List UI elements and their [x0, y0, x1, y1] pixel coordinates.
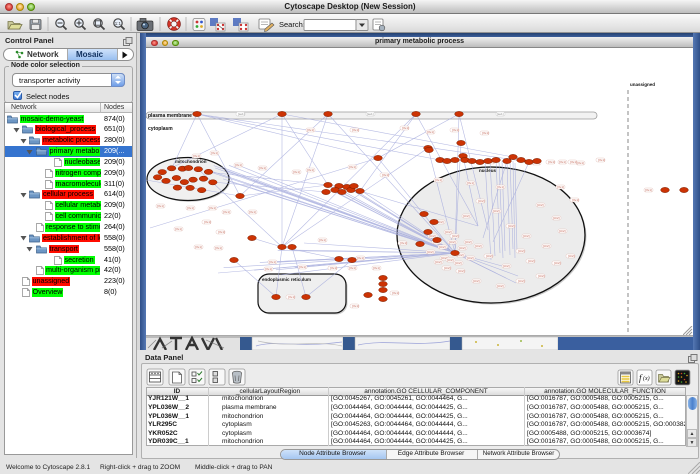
svg-text:plasma membrane: plasma membrane: [148, 113, 192, 119]
svg-text:[Ye1]: [Ye1]: [157, 204, 164, 208]
svg-text:[Ye1]: [Ye1]: [269, 260, 276, 264]
svg-text:[Ur2]: [Ur2]: [444, 266, 451, 270]
svg-text:[Ye1]: [Ye1]: [570, 160, 577, 164]
svg-text:[Ur2]: [Ur2]: [538, 274, 545, 278]
svg-text:[Ye1]: [Ye1]: [299, 265, 306, 269]
svg-text:[Ye1]: [Ye1]: [259, 166, 266, 170]
svg-text:[Ye1]: [Ye1]: [209, 206, 216, 210]
svg-text:Search:: Search:: [279, 20, 305, 29]
svg-text:[Ur2]: [Ur2]: [528, 259, 535, 263]
svg-text:[Ye1]: [Ye1]: [577, 161, 584, 165]
svg-text:[Ye1]: [Ye1]: [319, 238, 326, 242]
svg-text:cytoplasm: cytoplasm: [148, 126, 173, 132]
svg-text:[Ur2]: [Ur2]: [508, 224, 515, 228]
svg-text:endoplasmic reticulum: endoplasmic reticulum: [262, 277, 311, 282]
svg-text:[Ur2]: [Ur2]: [439, 245, 446, 249]
svg-text:[Ye1]: [Ye1]: [435, 178, 442, 182]
svg-text:[Ur2]: [Ur2]: [458, 269, 465, 273]
svg-text:[Ye1]: [Ye1]: [373, 266, 380, 270]
svg-text:[se1]: [se1]: [367, 112, 374, 116]
svg-text:[Ur2]: [Ur2]: [523, 234, 530, 238]
svg-text:[Ye1]: [Ye1]: [223, 210, 230, 214]
svg-text:[Ye1]: [Ye1]: [400, 241, 407, 245]
svg-text:[Ye1]: [Ye1]: [357, 256, 364, 260]
svg-text:[Ur2]: [Ur2]: [486, 254, 493, 258]
svg-text:[Ur2]: [Ur2]: [537, 203, 544, 207]
svg-text:[Ye1]: [Ye1]: [211, 151, 218, 155]
svg-text:1:1: 1:1: [115, 21, 122, 26]
svg-text:[Ye1]: [Ye1]: [307, 128, 314, 132]
svg-text:[Ye1]: [Ye1]: [572, 198, 579, 202]
svg-text:[Ye1]: [Ye1]: [330, 266, 337, 270]
svg-text:[Ur2]: [Ur2]: [553, 216, 560, 220]
svg-text:[Ur2]: [Ur2]: [473, 279, 480, 283]
svg-text:[Ye1]: [Ye1]: [288, 295, 295, 299]
svg-text:[Ye1]: [Ye1]: [349, 165, 356, 169]
svg-text:mitochondrion: mitochondrion: [175, 159, 207, 164]
svg-text:[Ye1]: [Ye1]: [452, 128, 459, 132]
svg-text:[Ur2]: [Ur2]: [447, 258, 454, 262]
svg-text:[Ur2]: [Ur2]: [465, 240, 472, 244]
svg-text:[Ur2]: [Ur2]: [455, 261, 462, 265]
svg-text:[Ye1]: [Ye1]: [307, 168, 314, 172]
svg-text:[Ur2]: [Ur2]: [559, 229, 566, 233]
svg-text:[se1]: [se1]: [497, 112, 504, 116]
svg-text:[Ye1]: [Ye1]: [427, 130, 434, 134]
svg-text:[Ur2]: [Ur2]: [445, 230, 452, 234]
svg-text:[Ye1]: [Ye1]: [557, 185, 564, 189]
svg-text:[Ur2]: [Ur2]: [493, 209, 500, 213]
svg-text:[Ye1]: [Ye1]: [559, 160, 566, 164]
svg-text:[Ur2]: [Ur2]: [518, 249, 525, 253]
svg-text:[Ye1]: [Ye1]: [482, 131, 489, 135]
svg-text:[se1]: [se1]: [238, 112, 245, 116]
svg-text:[Ye1]: [Ye1]: [193, 154, 200, 158]
svg-text:[Ur2]: [Ur2]: [518, 279, 525, 283]
svg-text:[Ur2]: [Ur2]: [543, 244, 550, 248]
svg-text:[Ye1]: [Ye1]: [382, 173, 389, 177]
svg-text:[Ye1]: [Ye1]: [195, 245, 202, 249]
svg-text:[Ur2]: [Ur2]: [568, 254, 575, 258]
svg-text:[Ur2]: [Ur2]: [427, 250, 434, 254]
svg-text:[Ur2]: [Ur2]: [459, 246, 466, 250]
svg-text:[Ur2]: [Ur2]: [475, 244, 482, 248]
svg-text:[Ye1]: [Ye1]: [218, 230, 225, 234]
svg-text:[Ur2]: [Ur2]: [452, 234, 459, 238]
svg-text:[Ye1]: [Ye1]: [352, 304, 359, 308]
svg-text:[Ye1]: [Ye1]: [402, 126, 409, 130]
svg-text:[Ur2]: [Ur2]: [463, 214, 470, 218]
svg-text:[Ye1]: [Ye1]: [392, 291, 399, 295]
svg-text:[Ye1]: [Ye1]: [497, 185, 504, 189]
svg-text:nucleus: nucleus: [479, 168, 497, 173]
svg-text:[Ye1]: [Ye1]: [187, 206, 194, 210]
svg-text:[Ye1]: [Ye1]: [598, 158, 605, 162]
svg-text:[Ur2]: [Ur2]: [554, 261, 561, 265]
svg-text:[Ye1]: [Ye1]: [548, 160, 555, 164]
svg-text:[Ye1]: [Ye1]: [215, 246, 222, 250]
svg-text:[Ye1]: [Ye1]: [293, 170, 300, 174]
svg-text:unassigned: unassigned: [630, 82, 655, 87]
svg-text:[Ye1]: [Ye1]: [249, 210, 256, 214]
svg-text:[Ye1]: [Ye1]: [175, 227, 182, 231]
svg-text:[Ye1]: [Ye1]: [645, 188, 652, 192]
svg-text:[Ur2]: [Ur2]: [435, 260, 442, 264]
svg-text:[Ye1]: [Ye1]: [349, 266, 356, 270]
svg-text:[Ur2]: [Ur2]: [467, 256, 474, 260]
svg-text:[Ur2]: [Ur2]: [503, 264, 510, 268]
svg-text:[Ye1]: [Ye1]: [204, 220, 211, 224]
svg-text:[Ye1]: [Ye1]: [265, 267, 272, 271]
svg-text:[Ur2]: [Ur2]: [497, 284, 504, 288]
svg-text:(x): (x): [643, 375, 650, 382]
svg-text:[Ye1]: [Ye1]: [352, 128, 359, 132]
svg-text:[Ye1]: [Ye1]: [467, 181, 474, 185]
svg-text:[Ye1]: [Ye1]: [235, 163, 242, 167]
svg-text:[Ur2]: [Ur2]: [449, 240, 456, 244]
svg-text:[Ur2]: [Ur2]: [478, 199, 485, 203]
